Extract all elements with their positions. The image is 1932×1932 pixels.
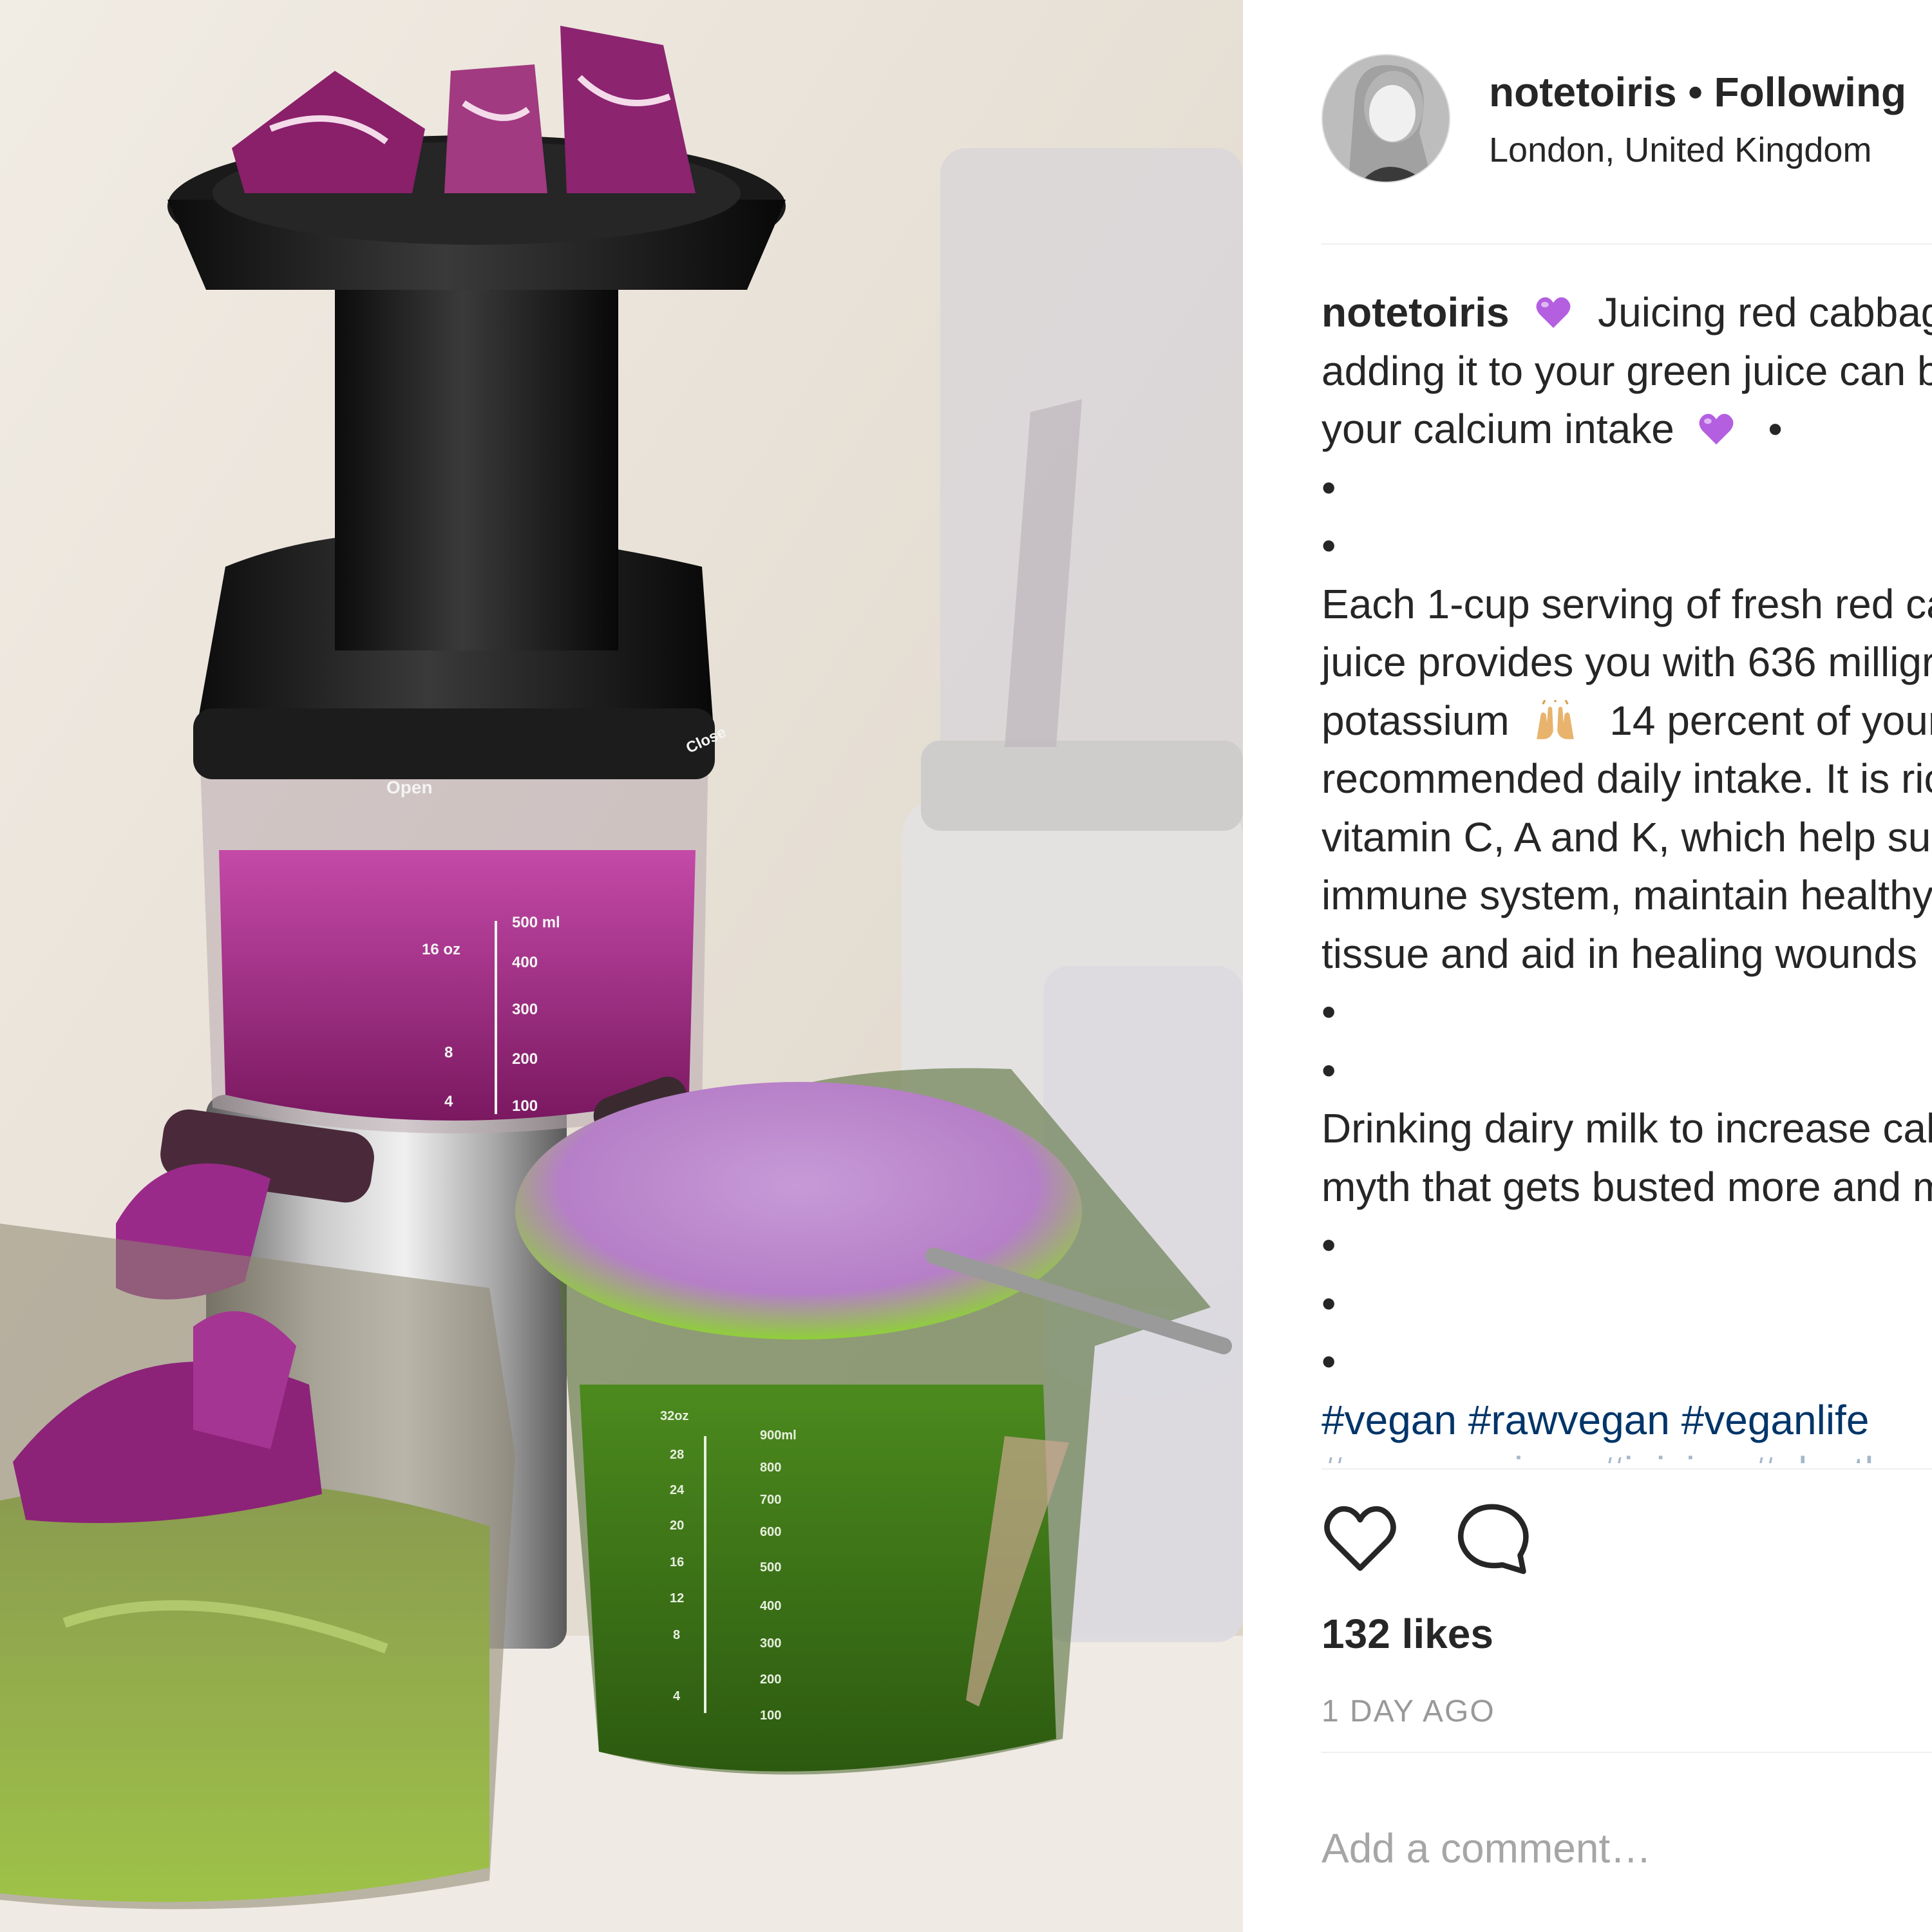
caption-line: adding it to your green juice can boost [1321, 347, 1932, 394]
caption-bullet-line: • [1321, 1046, 1336, 1094]
purple-heart-icon [1699, 413, 1734, 445]
caption-line: myth that gets busted more and more [1321, 1163, 1932, 1210]
hashtag-links[interactable]: #vegan #rawvegan #veganlife [1321, 1391, 1932, 1450]
add-comment-input[interactable] [1321, 1816, 1927, 1880]
ring-open-label: Open [386, 777, 433, 797]
jug-ml-400: 400 [760, 1599, 781, 1613]
jug-oz-8: 8 [673, 1628, 680, 1642]
caption-bullet-line: • [1321, 1222, 1336, 1268]
post-author: notetoiris • Following [1489, 68, 1906, 116]
jug-oz-28: 28 [670, 1448, 684, 1462]
post-caption: notetoiris Juicing red cabbage and addin… [1321, 283, 1932, 1463]
jug-ml-900: 900ml [760, 1428, 797, 1443]
caption-line: Each 1-cup serving of fresh red cabbage [1321, 580, 1932, 627]
hashtag-links-truncated[interactable]: #veganrecipes #juicing #plantbased [1321, 1449, 1932, 1463]
caption-line: recommended daily intake. It is rich in [1321, 755, 1932, 802]
caption-username-link[interactable]: notetoiris [1321, 289, 1510, 336]
jug-ml-500: 500 [760, 1560, 781, 1575]
caption-text: 14 percent of your [1609, 697, 1932, 744]
jug-ml-100: 100 [760, 1709, 781, 1723]
header-divider [1321, 243, 1932, 245]
scale-oz-16: 16 oz [422, 941, 460, 958]
comment-bubble-icon[interactable] [1454, 1501, 1531, 1578]
scale-ml-100: 100 [512, 1097, 538, 1115]
caption-bullet-line: • [1321, 464, 1336, 511]
jug-ml-700: 700 [760, 1493, 781, 1507]
post-photo[interactable]: 16 oz 8 4 500 ml 400 300 200 100 Open Cl… [0, 0, 1243, 1932]
scale-oz-4: 4 [444, 1093, 453, 1110]
caption-bullet-line: • [1321, 989, 1336, 1035]
caption-bullet-line: • [1321, 522, 1336, 569]
likes-count[interactable]: 132 likes [1321, 1610, 1493, 1658]
post-header: notetoiris • Following London, United Ki… [1321, 54, 1932, 183]
caption-line: immune system, maintain healthy [1321, 872, 1932, 918]
avatar[interactable] [1321, 54, 1450, 183]
jug-ml-600: 600 [760, 1525, 781, 1539]
post-side-panel: notetoiris • Following London, United Ki… [1243, 0, 1932, 1932]
purple-heart-icon [1536, 297, 1571, 328]
caption-text: Juicing red cabbage and [1598, 289, 1932, 336]
caption-bullet-line: • [1321, 1338, 1336, 1385]
avatar-image [1323, 55, 1449, 182]
caption-text: potassium [1321, 697, 1510, 744]
caption-divider [1321, 1468, 1932, 1470]
caption-line: potassium 14 percent of your [1321, 692, 1932, 750]
caption-line: notetoiris Juicing red cabbage and [1321, 283, 1932, 342]
jug-ml-200: 200 [760, 1672, 781, 1687]
author-separator-dot: • [1688, 69, 1703, 115]
caption-bullet: • [1768, 406, 1783, 452]
following-button[interactable]: Following [1714, 69, 1907, 115]
jug-oz-4: 4 [673, 1689, 681, 1703]
caption-bullet-line: • [1321, 1280, 1336, 1327]
caption-text: your calcium intake [1321, 406, 1674, 452]
jug-oz-16: 16 [670, 1555, 684, 1569]
scale-oz-8: 8 [444, 1044, 453, 1061]
jug-oz-24: 24 [670, 1483, 685, 1497]
caption-line: vitamin C, A and K, which help support y… [1321, 813, 1932, 860]
caption-line: your calcium intake • [1321, 400, 1932, 459]
comment-divider [1321, 1752, 1932, 1753]
scale-ml-200: 200 [512, 1050, 538, 1068]
caption-line: tissue and aid in healing wounds [1321, 930, 1918, 977]
pulp-container [0, 1224, 515, 1909]
caption-line: Drinking dairy milk to increase calcium … [1321, 1105, 1932, 1151]
author-username-link[interactable]: notetoiris [1489, 69, 1677, 115]
caption-line: juice provides you with 636 milligrams o… [1321, 639, 1932, 685]
heart-icon[interactable] [1321, 1501, 1399, 1578]
location-link[interactable]: London, United Kingdom [1489, 130, 1871, 170]
jug-oz-12: 12 [670, 1591, 684, 1605]
raised-hands-icon [1537, 699, 1575, 739]
jug-ml-300: 300 [760, 1636, 781, 1651]
jug-ml-800: 800 [760, 1461, 781, 1475]
scale-ml-300: 300 [512, 1001, 538, 1018]
jug-oz-20: 20 [670, 1519, 684, 1533]
jug-oz-32: 32oz [660, 1409, 688, 1423]
scale-ml-400: 400 [512, 954, 538, 971]
juicer-photo: 16 oz 8 4 500 ml 400 300 200 100 Open Cl… [0, 0, 1243, 1932]
post-timestamp[interactable]: 1 DAY AGO [1321, 1694, 1495, 1729]
scale-ml-500: 500 ml [512, 914, 560, 931]
